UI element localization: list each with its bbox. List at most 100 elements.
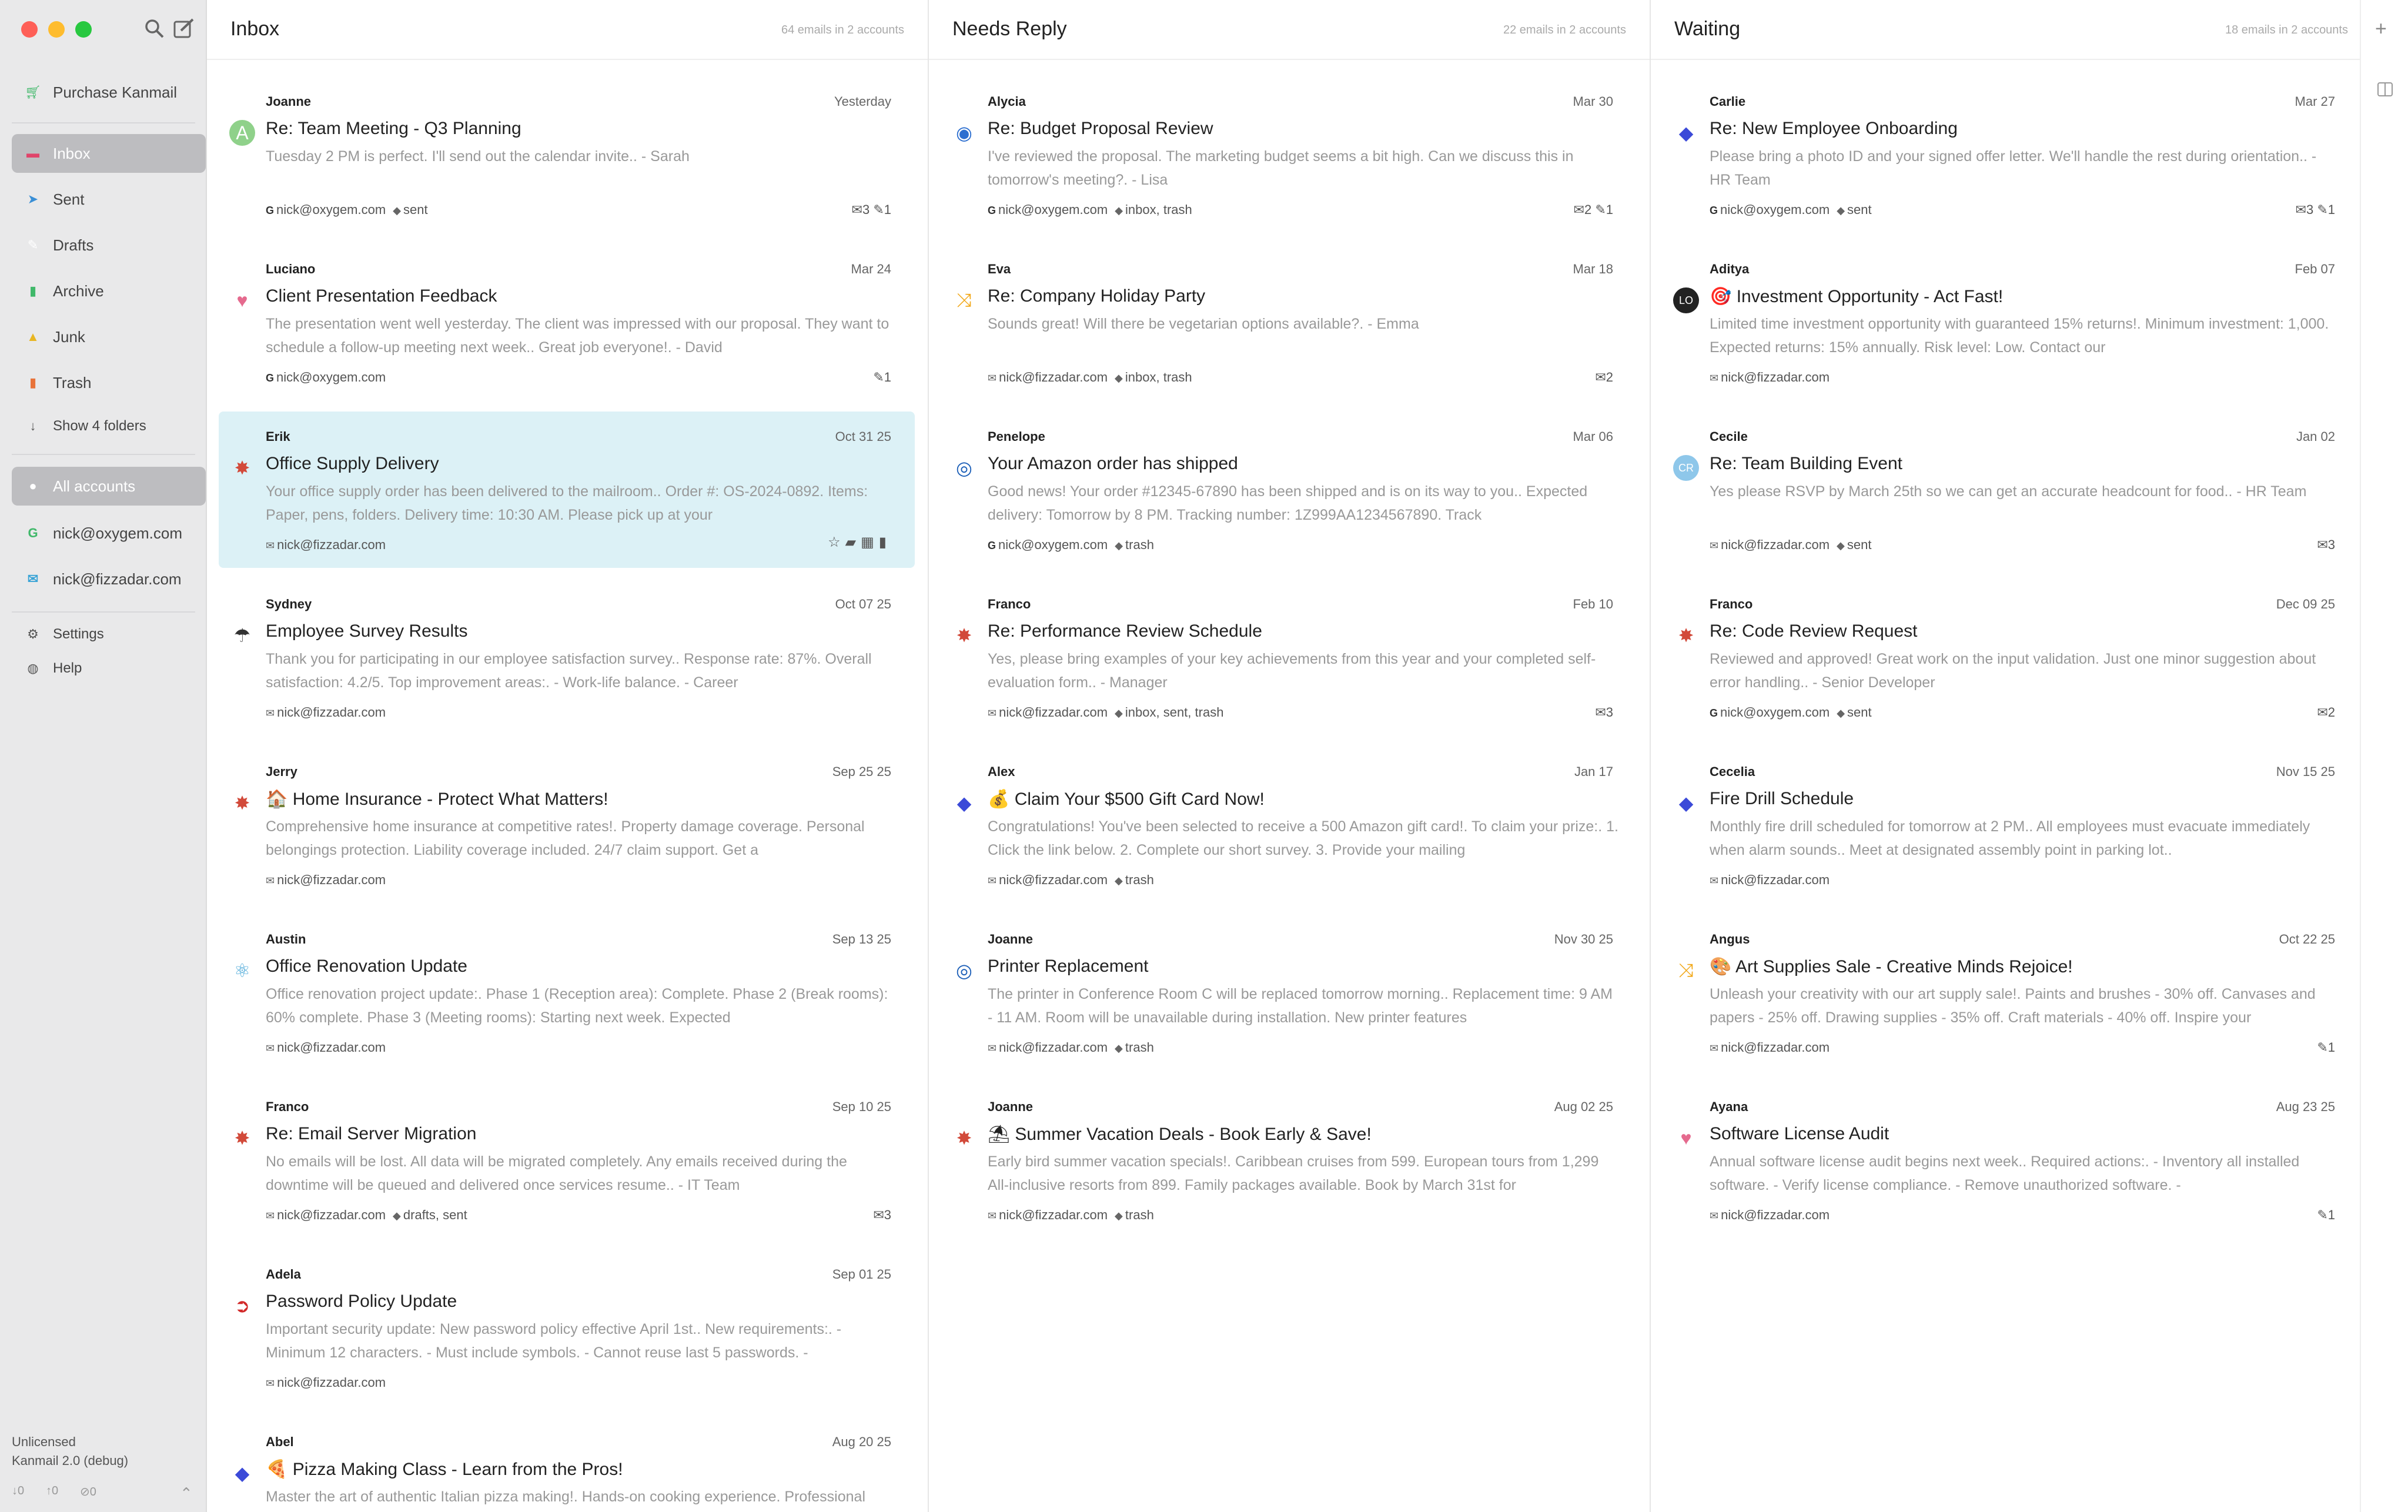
- email-sender: Franco: [1710, 597, 1753, 611]
- sender-logo: ⚛: [233, 960, 251, 981]
- email-account: nick@fizzadar.com: [277, 537, 386, 552]
- email-preview: Unleash your creativity with our art sup…: [1710, 986, 2316, 1026]
- star-icon[interactable]: ☆: [828, 534, 845, 550]
- email-date: Mar 30: [1573, 94, 1613, 109]
- email-preview: Office renovation project update:. Phase…: [266, 986, 888, 1026]
- show-folders-button[interactable]: ↓ Show 4 folders: [12, 407, 206, 446]
- sender-logo: ◆: [1678, 792, 1694, 814]
- email-account: nick@fizzadar.com: [999, 1040, 1108, 1055]
- email-subject: Re: Budget Proposal Review: [988, 119, 1213, 138]
- sidebar-item-all-accounts[interactable]: ● All accounts: [12, 467, 206, 506]
- email-date: Mar 18: [1573, 262, 1613, 276]
- search-icon[interactable]: [143, 18, 166, 40]
- email-card[interactable]: ✸ Franco Sep 10 25 Re: Email Server Migrati…: [219, 1082, 915, 1238]
- minimize-window-button[interactable]: [48, 21, 65, 38]
- email-card[interactable]: ◆ Carlie Mar 27 Re: New Employee Onboarding…: [1663, 76, 2359, 233]
- email-meta: ✉ nick@fizzadar.com ◆ inbox, sent, trash: [988, 705, 1223, 720]
- sidebar-item-trash[interactable]: ▮ Trash: [12, 363, 206, 402]
- sidebar-item-archive[interactable]: ▮ Archive: [12, 272, 206, 310]
- email-subject: Client Presentation Feedback: [266, 286, 497, 306]
- compose-icon[interactable]: [173, 18, 195, 40]
- email-subject: Your Amazon order has shipped: [988, 454, 1238, 473]
- sidebar-item-account[interactable]: Gnick@oxygem.com: [12, 514, 206, 553]
- email-sender: Franco: [266, 1099, 309, 1114]
- email-sender: Austin: [266, 932, 306, 946]
- email-card[interactable]: ◆ Cecelia Nov 15 25 Fire Drill Schedule Mont…: [1663, 747, 2359, 903]
- sidebar-item-drafts[interactable]: ✎ Drafts: [12, 226, 206, 265]
- email-card[interactable]: LO Aditya Feb 07 🎯 Investment Opportunity -…: [1663, 244, 2359, 400]
- email-sender: Abel: [266, 1434, 294, 1449]
- help-link[interactable]: ◍ Help: [12, 649, 206, 688]
- email-preview: Early bird summer vacation specials!. Ca…: [988, 1153, 1599, 1193]
- close-window-button[interactable]: [21, 21, 38, 38]
- settings-link[interactable]: ⚙ Settings: [12, 615, 206, 654]
- email-account: nick@oxygem.com: [276, 370, 386, 384]
- envelope-icon: ✉: [988, 372, 997, 384]
- email-subject: 🎯 Investment Opportunity - Act Fast!: [1710, 287, 2004, 306]
- email-account: nick@oxygem.com: [1720, 705, 1830, 720]
- sidebar-item-sent[interactable]: ➤ Sent: [12, 180, 206, 219]
- folder-icon[interactable]: ▰: [845, 534, 861, 550]
- email-meta: ✉ nick@fizzadar.com ◆ inbox, trash: [988, 370, 1192, 385]
- tag-icon: ◆: [1115, 205, 1123, 216]
- email-counts: ✎1: [873, 370, 891, 384]
- email-card[interactable]: ✸ Franco Dec 09 25 Re: Code Review Request R…: [1663, 579, 2359, 735]
- email-tags: inbox, trash: [1125, 370, 1192, 384]
- email-card[interactable]: ✸ Erik Oct 31 25 Office Supply Delivery Your…: [219, 412, 915, 568]
- sync-counter: ⊘0: [80, 1486, 96, 1498]
- sender-logo: ✸: [234, 1128, 250, 1149]
- email-card[interactable]: ✸ Joanne Aug 02 25 ⛱ Summer Vacation Deals …: [941, 1082, 1637, 1238]
- license-status: Unlicensed: [12, 1434, 76, 1449]
- email-preview: Annual software license audit begins nex…: [1710, 1153, 2300, 1193]
- globe-icon: ●: [29, 479, 37, 493]
- email-subject: Re: Performance Review Schedule: [988, 621, 1262, 641]
- email-card[interactable]: ◎ Penelope Mar 06 Your Amazon order has shi…: [941, 412, 1637, 568]
- email-card[interactable]: ✸ Franco Feb 10 Re: Performance Review Sche…: [941, 579, 1637, 735]
- sidebar-divider: [12, 122, 195, 123]
- sidebar-item-label: Trash: [53, 373, 92, 392]
- email-card[interactable]: ◎ Joanne Nov 30 25 Printer Replacement The p…: [941, 914, 1637, 1071]
- email-sender: Adela: [266, 1267, 301, 1282]
- email-card[interactable]: ♥ Luciano Mar 24 Client Presentation Feedba…: [219, 244, 915, 400]
- panel-toggle-icon[interactable]: [2377, 82, 2393, 96]
- email-card[interactable]: A Joanne Yesterday Re: Team Meeting - Q3 Pl…: [219, 76, 915, 233]
- sidebar-item-inbox[interactable]: ▬ Inbox: [12, 134, 206, 173]
- all-accounts-label: All accounts: [53, 477, 136, 495]
- add-column-icon[interactable]: +: [2375, 18, 2387, 41]
- email-sender: Angus: [1710, 932, 1750, 946]
- email-counts: ✉2 ✎1: [1573, 202, 1613, 217]
- email-date: Sep 10 25: [832, 1099, 891, 1114]
- google-icon: G: [988, 205, 996, 216]
- sidebar-item-junk[interactable]: ▲ Junk: [12, 317, 206, 356]
- archive-icon[interactable]: ▦: [861, 534, 879, 550]
- email-card[interactable]: ☂ Sydney Oct 07 25 Employee Survey Results T…: [219, 579, 915, 735]
- email-card[interactable]: ➲ Adela Sep 01 25 Password Policy Update Imp…: [219, 1249, 915, 1406]
- email-card[interactable]: CR Cecile Jan 02 Re: Team Building Event Yes…: [1663, 412, 2359, 568]
- email-card[interactable]: ◆ Abel Aug 20 25 🍕 Pizza Making Class - Lea…: [219, 1417, 915, 1512]
- maximize-window-button[interactable]: [75, 21, 92, 38]
- email-preview: Important security update: New password …: [266, 1321, 842, 1361]
- column-title: Inbox: [230, 18, 280, 40]
- email-card[interactable]: ✸ Jerry Sep 25 25 🏠 Home Insurance - Protec…: [219, 747, 915, 903]
- email-card[interactable]: ◉ Alycia Mar 30 Re: Budget Proposal Review I…: [941, 76, 1637, 233]
- email-counts: ✎1: [2317, 1040, 2335, 1055]
- sidebar-item-account[interactable]: ✉ nick@fizzadar.com: [12, 560, 206, 598]
- email-card[interactable]: ⤨ Eva Mar 18 Re: Company Holiday Party Sound…: [941, 244, 1637, 400]
- email-subject: Re: New Employee Onboarding: [1710, 119, 1958, 138]
- email-card[interactable]: ⚛ Austin Sep 13 25 Office Renovation Update…: [219, 914, 915, 1071]
- purchase-kanmail-link[interactable]: 🛒︎ Purchase Kanmail: [12, 73, 206, 112]
- email-account: nick@oxygem.com: [276, 202, 386, 217]
- email-subject: Employee Survey Results: [266, 621, 468, 641]
- email-date: Oct 07 25: [835, 597, 891, 611]
- archive-icon: ▮: [29, 283, 37, 298]
- email-card[interactable]: ♥ Ayana Aug 23 25 Software License Audit Ann…: [1663, 1082, 2359, 1238]
- trash-icon[interactable]: ▮: [879, 534, 891, 550]
- collapse-up-icon[interactable]: ⌃: [180, 1484, 193, 1503]
- email-card[interactable]: ◆ Alex Jan 17 💰 Claim Your $500 Gift Card N…: [941, 747, 1637, 903]
- email-card[interactable]: ⤨ Angus Oct 22 25 🎨 Art Supplies Sale - Cre…: [1663, 914, 2359, 1071]
- envelope-icon: ✉: [266, 1042, 275, 1054]
- show-folders-label: Show 4 folders: [53, 418, 146, 434]
- sender-logo: ◉: [956, 122, 972, 143]
- tag-icon: ◆: [1837, 540, 1845, 551]
- email-preview: The printer in Conference Room C will be…: [988, 986, 1613, 1026]
